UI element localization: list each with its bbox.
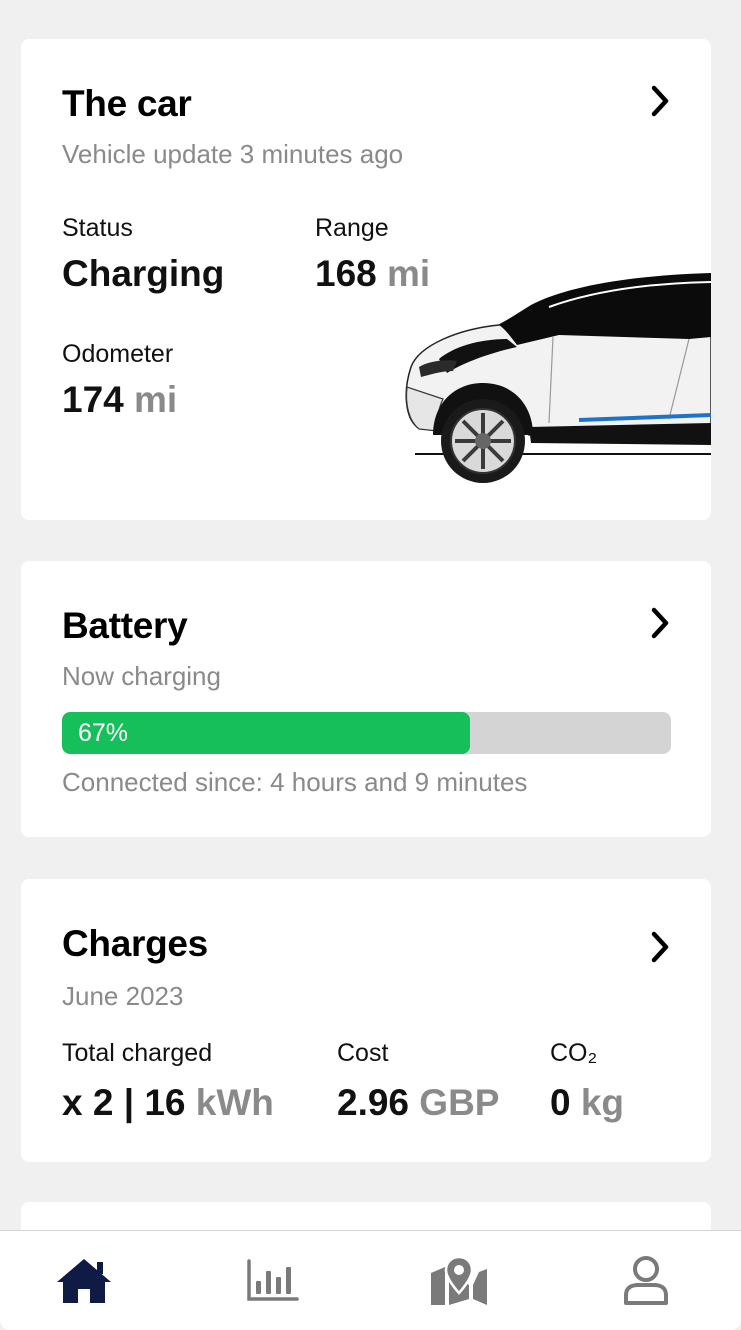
chart-icon bbox=[247, 1259, 299, 1301]
status-value: Charging bbox=[62, 253, 225, 294]
co2-value: 0 kg bbox=[550, 1082, 624, 1124]
map-pin-icon bbox=[431, 1255, 487, 1305]
co2-number: 0 bbox=[550, 1082, 571, 1123]
cost-value: 2.96 GBP bbox=[337, 1082, 499, 1124]
status-label: Status bbox=[62, 214, 133, 242]
nav-profile[interactable] bbox=[614, 1253, 678, 1309]
charges-card[interactable]: Charges June 2023 Total charged x 2 | 16… bbox=[21, 879, 711, 1162]
charges-card-subtitle: June 2023 bbox=[62, 981, 184, 1011]
chevron-right-icon[interactable] bbox=[645, 929, 675, 965]
odometer-unit: mi bbox=[134, 379, 178, 420]
range-label: Range bbox=[315, 214, 389, 242]
bottom-nav bbox=[0, 1230, 741, 1330]
cost-unit: GBP bbox=[419, 1082, 500, 1123]
range-number: 168 bbox=[315, 253, 377, 294]
odometer-value: 174 mi bbox=[62, 379, 177, 421]
charges-card-title: Charges bbox=[62, 923, 208, 964]
chevron-right-icon[interactable] bbox=[645, 605, 675, 641]
battery-progress-fill: 67% bbox=[62, 712, 471, 754]
cost-label: Cost bbox=[337, 1039, 389, 1067]
car-card-title: The car bbox=[62, 83, 192, 124]
total-charged-number: x 2 | 16 bbox=[62, 1082, 186, 1123]
car-image bbox=[405, 273, 711, 483]
car-card[interactable]: The car Vehicle update 3 minutes ago Sta… bbox=[21, 39, 711, 520]
odometer-label: Odometer bbox=[62, 340, 174, 368]
battery-card[interactable]: Battery Now charging 67% Connected since… bbox=[21, 561, 711, 837]
cost-number: 2.96 bbox=[337, 1082, 410, 1123]
battery-card-subtitle: Now charging bbox=[62, 661, 221, 691]
nav-map[interactable] bbox=[427, 1253, 491, 1309]
user-icon bbox=[624, 1256, 668, 1305]
total-charged-label: Total charged bbox=[62, 1039, 213, 1067]
total-charged-value: x 2 | 16 kWh bbox=[62, 1082, 274, 1124]
home-screen: The car Vehicle update 3 minutes ago Sta… bbox=[0, 0, 741, 1330]
co2-unit: kg bbox=[580, 1082, 625, 1123]
nav-home[interactable] bbox=[52, 1253, 116, 1309]
odometer-number: 174 bbox=[62, 379, 124, 420]
battery-progress-bar: 67% bbox=[62, 712, 671, 754]
chevron-right-icon[interactable] bbox=[645, 83, 675, 119]
co2-label: CO₂ bbox=[550, 1039, 598, 1067]
home-icon bbox=[57, 1259, 111, 1303]
connected-since-text: Connected since: 4 hours and 9 minutes bbox=[62, 767, 528, 797]
nav-statistics[interactable] bbox=[240, 1253, 304, 1309]
total-charged-unit: kWh bbox=[195, 1082, 274, 1123]
car-card-subtitle: Vehicle update 3 minutes ago bbox=[62, 139, 404, 169]
battery-card-title: Battery bbox=[62, 605, 188, 646]
